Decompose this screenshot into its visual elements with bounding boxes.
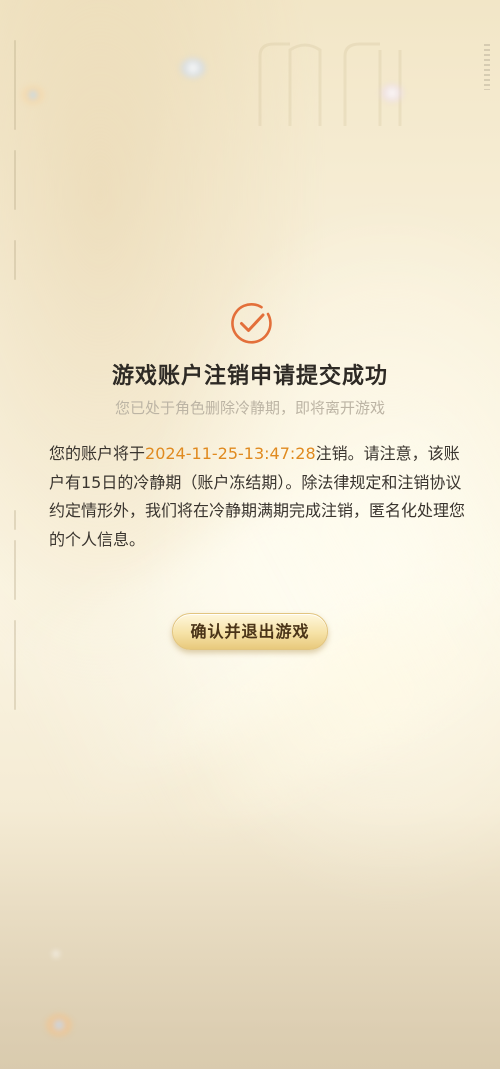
check-circle-icon <box>231 303 272 344</box>
notice-text: 您的账户将于 <box>49 444 146 463</box>
deletion-success-dialog: 游戏账户注销申请提交成功 您已处于角色删除冷静期，即将离开游戏 您的账户将于20… <box>0 0 500 1069</box>
deletion-time: 2024-11-25-13:47:28 <box>145 444 316 463</box>
page-title: 游戏账户注销申请提交成功 <box>111 363 388 389</box>
confirm-exit-button[interactable]: 确认并退出游戏 <box>172 613 328 650</box>
page-subtitle: 您已处于角色删除冷静期，即将离开游戏 <box>114 399 385 417</box>
deletion-notice: 您的账户将于2024-11-25-13:47:28注销。请注意，该账户有15日的… <box>49 440 469 554</box>
